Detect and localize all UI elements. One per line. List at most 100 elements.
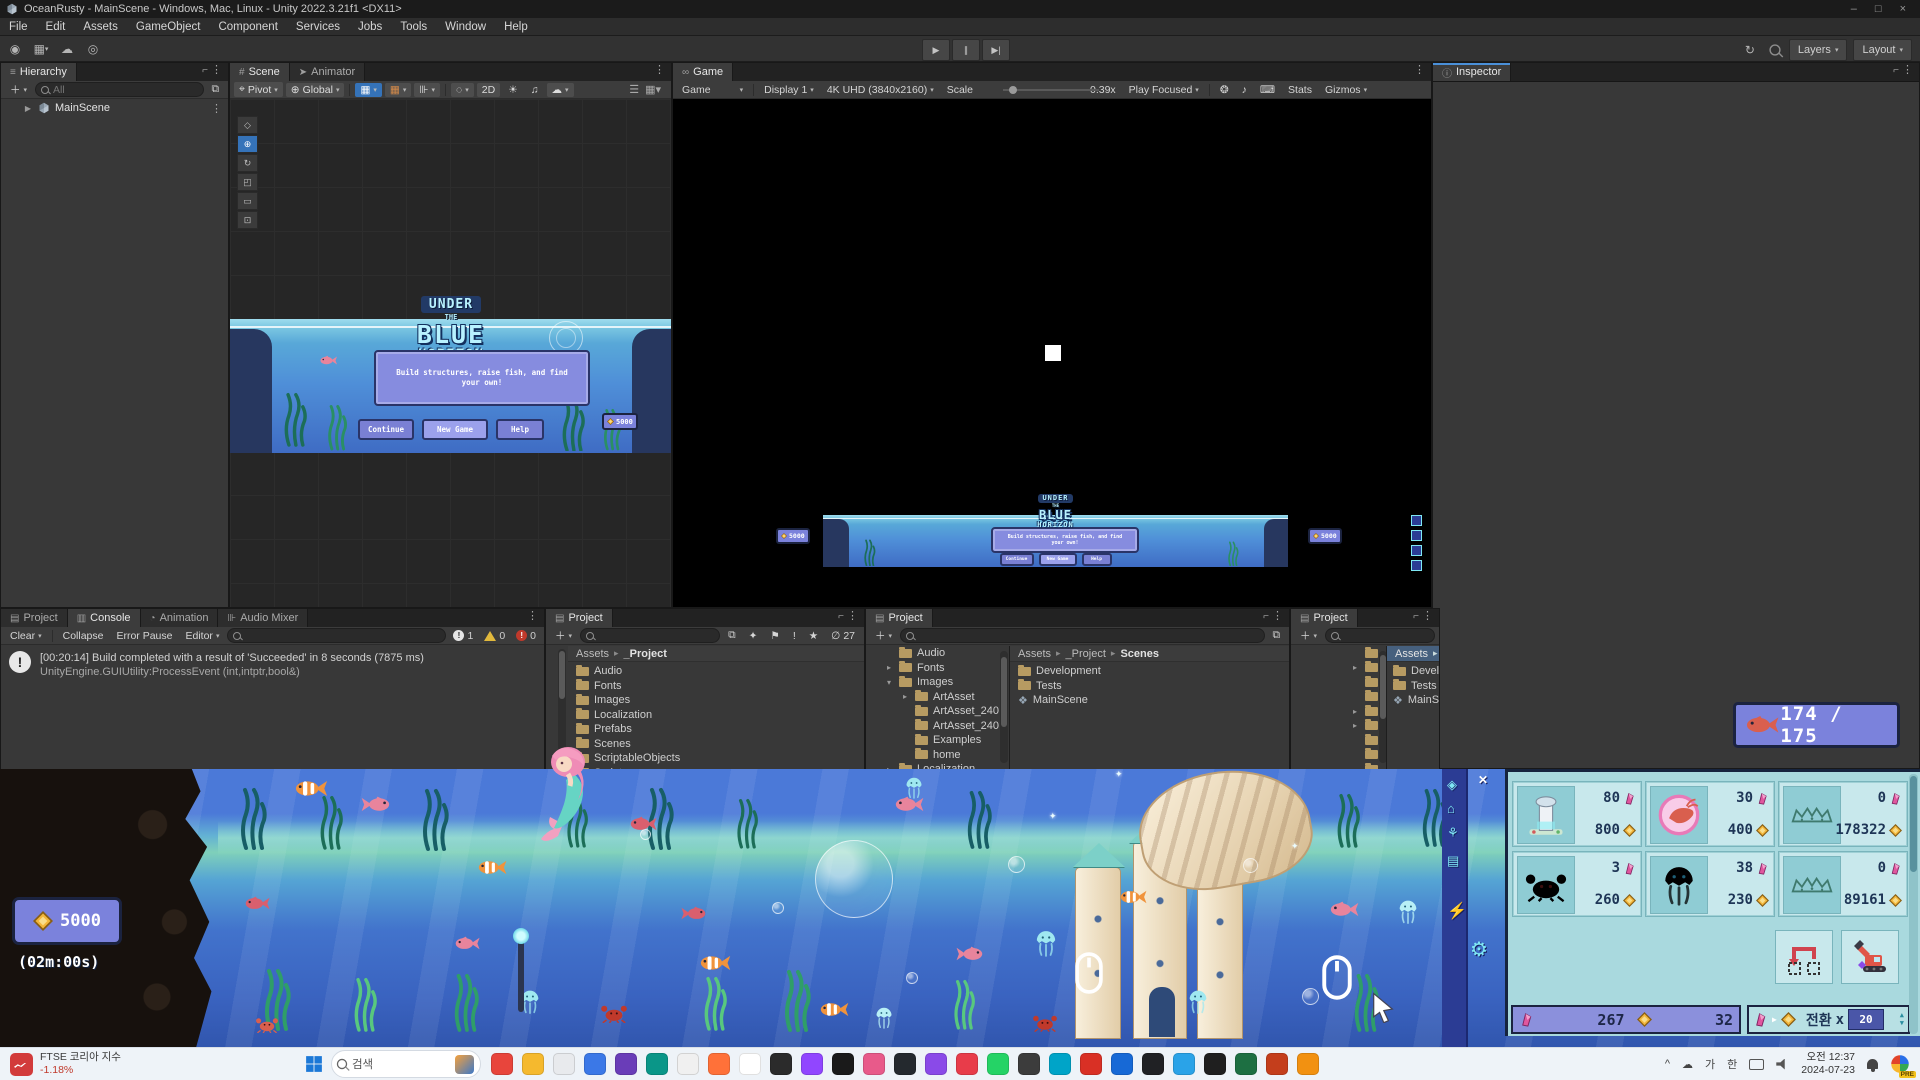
tray-overflow-chevron[interactable]: ^ — [1665, 1058, 1670, 1070]
grid-snap-dropdown[interactable]: ▦▾ — [355, 83, 381, 97]
stepper-down-icon[interactable]: ▼ — [1900, 1020, 1904, 1027]
breadcrumb[interactable]: Assets▸_Project▸Scenes — [1010, 646, 1289, 662]
copilot-icon[interactable]: PRE — [1890, 1054, 1910, 1074]
tree-item[interactable]: ArtAsset_240 — [866, 719, 1008, 734]
convert-label[interactable]: 전환 — [1806, 1010, 1832, 1030]
taskbar-app-icon[interactable] — [894, 1053, 916, 1075]
undo-history-icon[interactable]: ↻ — [1739, 40, 1761, 60]
create-button[interactable]: ＋▾ — [5, 81, 32, 98]
tree-item[interactable]: ▸ ArtAsset — [866, 690, 1008, 705]
minimize-button[interactable]: – — [1851, 3, 1857, 15]
console-search[interactable] — [227, 628, 446, 643]
rotate-tool[interactable]: ↻ — [237, 154, 258, 172]
taskbar-app-icon[interactable] — [1142, 1053, 1164, 1075]
ime-han-indicator[interactable]: 한 — [1727, 1056, 1737, 1072]
resource-card[interactable]: 0 178322 — [1778, 781, 1908, 847]
scale-tool[interactable]: ◰ — [237, 173, 258, 191]
audio-mixer-tab[interactable]: ⊪Audio Mixer — [218, 609, 308, 627]
error-pause-button[interactable]: Error Pause — [111, 629, 177, 643]
clear-button[interactable]: Clear▾ — [5, 629, 47, 643]
animator-tab[interactable]: ➤Animator — [290, 63, 365, 81]
pivot-dropdown[interactable]: ⌖ Pivot▾ — [234, 82, 283, 97]
label-icon[interactable]: ⚑ — [765, 629, 784, 643]
resource-card[interactable]: 3 260 — [1512, 851, 1642, 917]
tree-item[interactable]: ▾ Images — [866, 675, 1008, 690]
folder-item[interactable]: Images — [576, 693, 858, 708]
cloud-icon[interactable]: ☁ — [56, 39, 78, 59]
menu-item[interactable]: Services — [287, 21, 349, 33]
help-button[interactable]: Help — [496, 419, 544, 440]
taskbar-app-icon[interactable] — [646, 1053, 668, 1075]
breadcrumb[interactable]: Assets▸ — [1387, 646, 1439, 662]
console-log-entry[interactable]: ! [00:20:14] Build completed with a resu… — [1, 646, 544, 684]
stats-toggle[interactable]: Stats — [1283, 83, 1317, 97]
continue-button[interactable]: Continue — [1000, 553, 1034, 566]
animation-tab[interactable]: ◔Animation — [141, 609, 219, 627]
onedrive-icon[interactable]: ☁ — [1682, 1058, 1693, 1071]
project-search[interactable] — [900, 628, 1264, 643]
hierarchy-tab[interactable]: ≡Hierarchy — [1, 63, 77, 81]
taskbar-app-icon[interactable] — [739, 1053, 761, 1075]
notifications-icon[interactable] — [1867, 1059, 1878, 1069]
rect-tool[interactable]: ▭ — [237, 192, 258, 210]
panel-menu-icon[interactable]: ⋮ — [648, 63, 671, 81]
close-icon[interactable]: ✕ — [1478, 773, 1488, 787]
hierarchy-search-input[interactable] — [53, 84, 197, 96]
lock-icon[interactable]: ⌐ — [1413, 611, 1419, 622]
hidden-count[interactable]: ∅ 27 — [826, 629, 860, 643]
taskbar-app-icon[interactable] — [677, 1053, 699, 1075]
taskbar-app-icon[interactable] — [615, 1053, 637, 1075]
tree-item[interactable] — [1291, 762, 1386, 769]
project-search-input[interactable] — [1343, 630, 1429, 642]
taskbar-app-icon[interactable] — [1049, 1053, 1071, 1075]
taskbar-app-icon[interactable] — [708, 1053, 730, 1075]
folder-item[interactable]: ScriptableObjects — [576, 751, 858, 766]
scene-viewport[interactable]: ◇ ⊕ ↻ ◰ ▭ ⊡ — [230, 99, 671, 607]
taskbar-search[interactable]: 검색 — [331, 1050, 481, 1078]
panel-menu-icon[interactable]: ⋮ — [1272, 610, 1283, 622]
project-tab[interactable]: ▤Project — [1, 609, 68, 627]
tree-item[interactable]: ▸ Fonts — [866, 661, 1008, 676]
gizmos-dropdown[interactable]: Gizmos▾ — [1320, 83, 1372, 97]
game-viewport[interactable]: Build structures, raise fish, and find y… — [673, 99, 1431, 607]
lock-icon[interactable]: ⌐ — [1893, 65, 1899, 76]
tree-item[interactable] — [1291, 690, 1386, 705]
project-search[interactable] — [1325, 628, 1435, 643]
hierarchy-search[interactable] — [35, 82, 203, 97]
item-menu-icon[interactable]: ⋮ — [205, 102, 228, 115]
transform-tool[interactable]: ⊡ — [237, 211, 258, 229]
shading-dropdown[interactable]: ◌▾ — [451, 83, 474, 97]
taskbar-app-icon[interactable] — [1266, 1053, 1288, 1075]
taskbar-app-icon[interactable] — [770, 1053, 792, 1075]
menu-item[interactable]: Edit — [37, 21, 75, 33]
breadcrumb[interactable]: Assets▸_Project — [568, 646, 864, 662]
project-search-input[interactable] — [598, 630, 714, 642]
asset-item[interactable]: Development — [1018, 664, 1283, 679]
audio-toggle-icon[interactable]: ♫ — [526, 83, 544, 97]
asset-store-icon[interactable]: ✦ — [744, 629, 763, 643]
folder-item[interactable]: Audio — [576, 664, 858, 679]
asset-item[interactable]: Tests — [1393, 679, 1439, 694]
new-game-button[interactable]: New Game — [1039, 553, 1077, 566]
taskbar-app-icon[interactable] — [584, 1053, 606, 1075]
snap-increment-dropdown[interactable]: ▦▾ — [385, 83, 411, 97]
resource-card[interactable]: 80 800 — [1512, 781, 1642, 847]
taskbar-app-icon[interactable] — [491, 1053, 513, 1075]
taskbar-clock[interactable]: 오전 12:372024-07-23 — [1801, 1051, 1855, 1077]
play-focused-dropdown[interactable]: Play Focused▾ — [1124, 83, 1204, 97]
global-dropdown[interactable]: ⊕ Global▾ — [286, 83, 345, 97]
visibility-icon[interactable]: ☰ — [629, 83, 639, 96]
convert-amount-input[interactable] — [1848, 1009, 1884, 1030]
display-dropdown[interactable]: Display 1▾ — [759, 83, 819, 97]
tree-item[interactable] — [1291, 748, 1386, 763]
info-count[interactable]: !1 — [449, 630, 477, 642]
taskbar-app-icon[interactable] — [1173, 1053, 1195, 1075]
help-button[interactable]: Help — [1082, 553, 1112, 566]
account-icon[interactable]: ◉ — [4, 39, 26, 59]
create-button[interactable]: ＋▾ — [550, 627, 577, 644]
excavator-button[interactable] — [1841, 930, 1899, 984]
taskbar-app-icon[interactable] — [1080, 1053, 1102, 1075]
continue-button[interactable]: Continue — [358, 419, 414, 440]
taskbar-app-icon[interactable] — [863, 1053, 885, 1075]
panel-menu-icon[interactable]: ⋮ — [1408, 63, 1431, 81]
